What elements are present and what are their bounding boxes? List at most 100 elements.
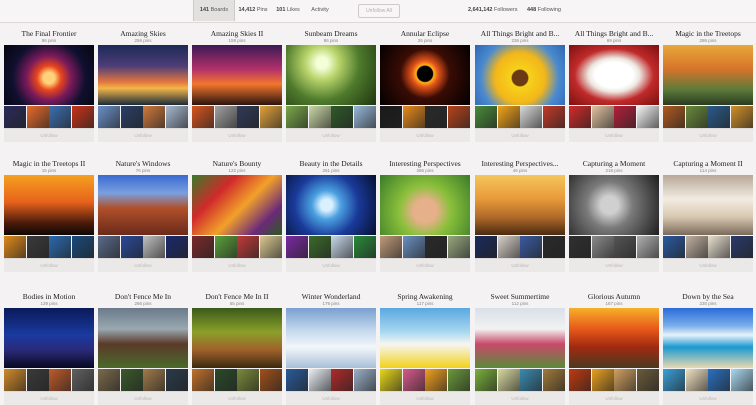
board-thumbnail[interactable] — [4, 236, 26, 258]
tab-boards[interactable]: 141 Boards — [193, 0, 235, 21]
unfollow-button[interactable]: Unfollow — [313, 131, 349, 140]
board-thumbnail[interactable] — [685, 106, 708, 128]
board-title[interactable]: Sunbeam Dreams — [282, 29, 380, 38]
board-thumbnail[interactable] — [143, 369, 165, 391]
board-title[interactable]: Down by the Sea — [659, 292, 756, 301]
board-thumbnail[interactable] — [143, 106, 165, 128]
board-card[interactable]: Don't Fence Me In II 65 pins Unfollow — [192, 292, 282, 405]
board-thumbnail[interactable] — [447, 106, 470, 128]
board-thumbnail[interactable] — [120, 369, 143, 391]
board-thumbnail[interactable] — [308, 369, 331, 391]
board-title[interactable]: Nature's Bounty — [188, 159, 286, 168]
board-title[interactable]: Don't Fence Me In — [94, 292, 192, 301]
board-thumbnail[interactable] — [685, 369, 708, 391]
board-cover-image[interactable] — [286, 45, 376, 105]
board-title[interactable]: All Things Bright and B... — [471, 29, 569, 38]
board-thumbnail[interactable] — [308, 236, 331, 258]
board-thumbnail[interactable] — [4, 369, 26, 391]
board-thumbnail[interactable] — [380, 369, 402, 391]
board-card[interactable]: Amazing Skies II 158 pins Unfollow — [192, 29, 282, 142]
board-cover-image[interactable] — [286, 175, 376, 235]
board-title[interactable]: Glorious Autumn — [565, 292, 663, 301]
board-cover-image[interactable] — [569, 45, 659, 105]
board-title[interactable]: Beauty in the Details — [282, 159, 380, 168]
board-cover-image[interactable] — [475, 308, 565, 368]
board-thumbnail[interactable] — [520, 236, 542, 258]
followers-link[interactable]: 2,641,142 Followers — [468, 0, 518, 21]
board-cover-image[interactable] — [475, 45, 565, 105]
board-thumbnail[interactable] — [497, 236, 520, 258]
board-thumbnail[interactable] — [4, 106, 26, 128]
board-thumbnail[interactable] — [214, 106, 237, 128]
board-card[interactable]: Capturing a Moment II 114 pins Unfollow — [663, 159, 753, 272]
board-thumbnail[interactable] — [569, 369, 591, 391]
board-title[interactable]: Magic in the Treetops — [659, 29, 756, 38]
board-thumbnail[interactable] — [425, 106, 447, 128]
board-card[interactable]: All Things Bright and B... 69 pins Unfollo… — [569, 29, 659, 142]
board-card[interactable]: Don't Fence Me In 266 pins Unfollow — [98, 292, 188, 405]
board-card[interactable]: Spring Awakening 117 pins Unfollow — [380, 292, 470, 405]
unfollow-button[interactable]: Unfollow — [502, 394, 538, 403]
board-thumbnail[interactable] — [192, 236, 214, 258]
board-thumbnail[interactable] — [497, 369, 520, 391]
board-thumbnail[interactable] — [214, 236, 237, 258]
board-title[interactable]: Capturing a Moment II — [659, 159, 756, 168]
board-thumbnail[interactable] — [214, 369, 237, 391]
board-thumbnail[interactable] — [636, 369, 659, 391]
board-thumbnail[interactable] — [663, 369, 685, 391]
board-thumbnail[interactable] — [165, 236, 188, 258]
unfollow-button[interactable]: Unfollow — [407, 131, 443, 140]
board-thumbnail[interactable] — [730, 106, 753, 128]
board-thumbnail[interactable] — [614, 236, 636, 258]
board-thumbnail[interactable] — [49, 236, 71, 258]
unfollow-button[interactable]: Unfollow — [31, 394, 67, 403]
unfollow-button[interactable]: Unfollow — [596, 394, 632, 403]
board-title[interactable]: Amazing Skies II — [188, 29, 286, 38]
board-thumbnail[interactable] — [447, 369, 470, 391]
board-title[interactable]: All Things Bright and B... — [565, 29, 663, 38]
tab-activity[interactable]: Activity — [306, 0, 334, 21]
board-thumbnail[interactable] — [380, 106, 402, 128]
board-cover-image[interactable] — [4, 308, 94, 368]
board-thumbnail[interactable] — [353, 106, 376, 128]
board-thumbnail[interactable] — [730, 369, 753, 391]
board-thumbnail[interactable] — [98, 236, 120, 258]
board-thumbnail[interactable] — [259, 369, 282, 391]
board-cover-image[interactable] — [98, 175, 188, 235]
board-thumbnail[interactable] — [286, 236, 308, 258]
board-cover-image[interactable] — [192, 175, 282, 235]
board-title[interactable]: Interesting Perspectives — [376, 159, 474, 168]
board-card[interactable]: Capturing a Moment 218 pins Unfollow — [569, 159, 659, 272]
unfollow-button[interactable]: Unfollow — [219, 131, 255, 140]
board-cover-image[interactable] — [4, 45, 94, 105]
board-thumbnail[interactable] — [425, 236, 447, 258]
board-thumbnail[interactable] — [636, 236, 659, 258]
unfollow-button[interactable]: Unfollow — [596, 261, 632, 270]
board-thumbnail[interactable] — [98, 369, 120, 391]
board-thumbnail[interactable] — [591, 236, 614, 258]
board-cover-image[interactable] — [569, 308, 659, 368]
unfollow-button[interactable]: Unfollow — [125, 131, 161, 140]
board-card[interactable]: Bodies in Motion 139 pins Unfollow — [4, 292, 94, 405]
board-card[interactable]: Magic in the Treetops II 15 pins Unfollow — [4, 159, 94, 272]
board-thumbnail[interactable] — [26, 106, 49, 128]
board-thumbnail[interactable] — [165, 106, 188, 128]
unfollow-button[interactable]: Unfollow — [407, 394, 443, 403]
board-cover-image[interactable] — [380, 308, 470, 368]
board-thumbnail[interactable] — [192, 106, 214, 128]
board-thumbnail[interactable] — [26, 369, 49, 391]
unfollow-button[interactable]: Unfollow — [690, 394, 726, 403]
unfollow-button[interactable]: Unfollow — [313, 261, 349, 270]
board-thumbnail[interactable] — [286, 369, 308, 391]
board-thumbnail[interactable] — [237, 236, 259, 258]
board-thumbnail[interactable] — [708, 236, 730, 258]
board-thumbnail[interactable] — [663, 236, 685, 258]
board-card[interactable]: Nature's Windows 76 pins Unfollow — [98, 159, 188, 272]
board-thumbnail[interactable] — [708, 106, 730, 128]
unfollow-button[interactable]: Unfollow — [31, 131, 67, 140]
board-thumbnail[interactable] — [425, 369, 447, 391]
board-cover-image[interactable] — [663, 175, 753, 235]
board-cover-image[interactable] — [286, 308, 376, 368]
board-title[interactable]: Winter Wonderland — [282, 292, 380, 301]
board-thumbnail[interactable] — [286, 106, 308, 128]
